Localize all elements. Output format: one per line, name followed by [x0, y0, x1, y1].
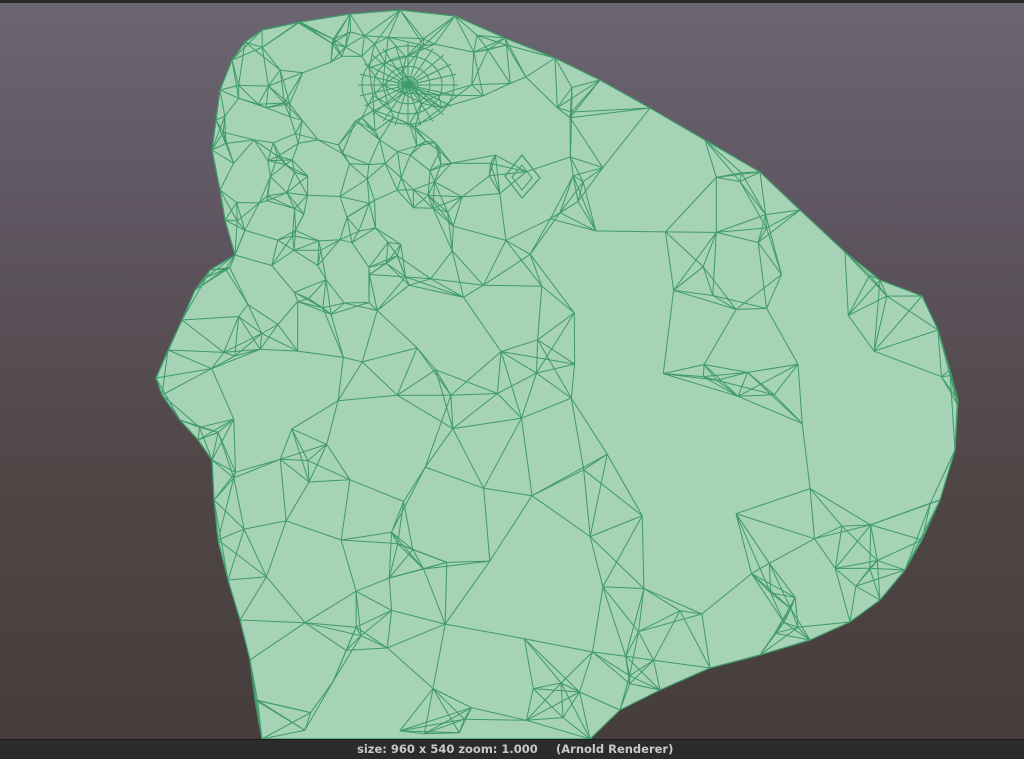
mesh-edge [665, 231, 717, 233]
mesh-group [155, 9, 959, 739]
status-bar: size: 960 x 540 zoom: 1.000 (Arnold Rend… [0, 739, 1024, 759]
status-renderer: (Arnold Renderer) [556, 742, 674, 756]
mesh-edge [267, 159, 293, 162]
wireframe-mesh [155, 9, 959, 739]
status-size-zoom: size: 960 x 540 zoom: 1.000 [357, 742, 538, 756]
mesh-edge [372, 95, 375, 111]
mesh-edge [238, 84, 269, 87]
mesh-edge [344, 302, 370, 304]
render-viewport[interactable] [0, 0, 1024, 739]
mesh-silhouette [155, 9, 959, 739]
